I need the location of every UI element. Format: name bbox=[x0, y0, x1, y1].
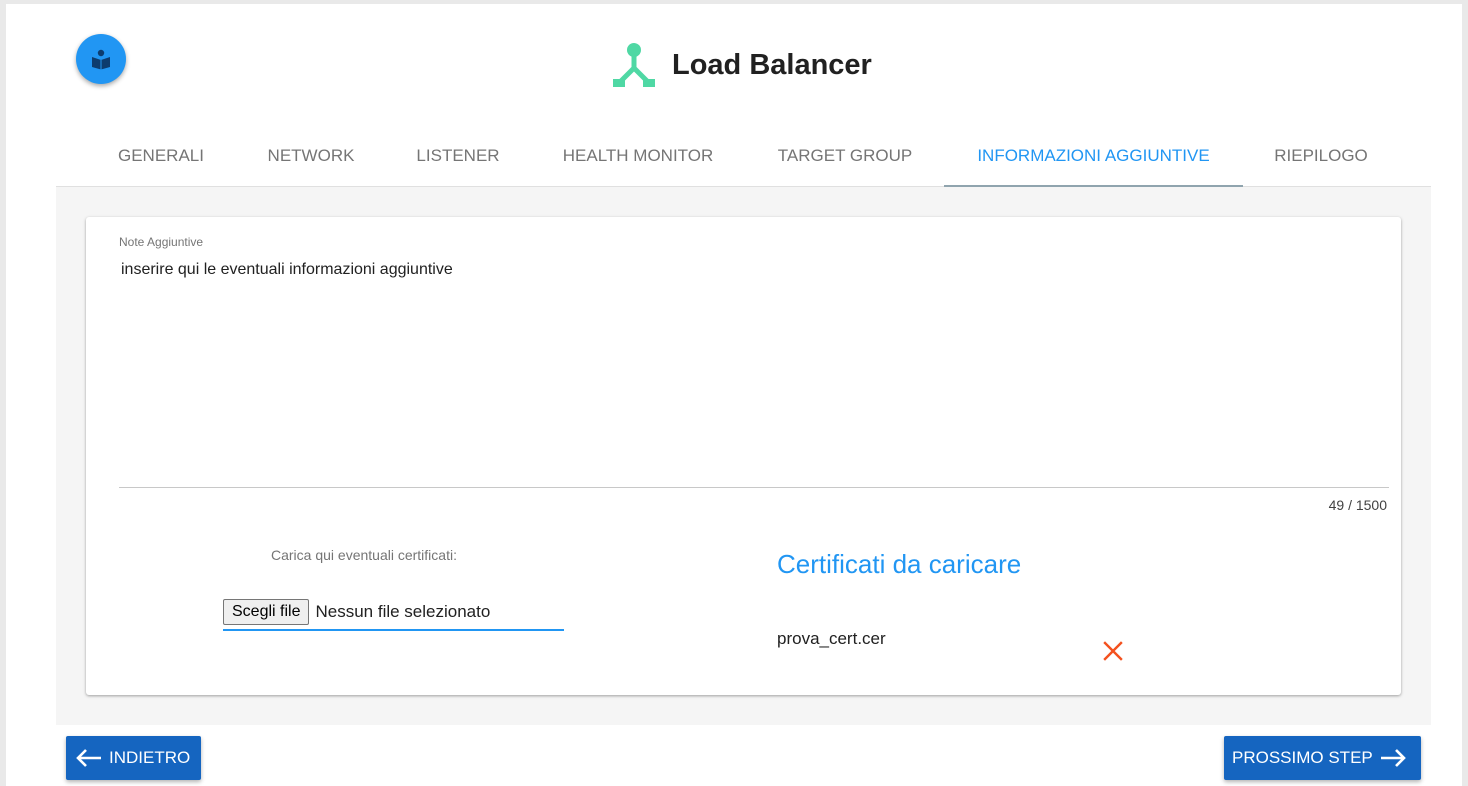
page-title: Load Balancer bbox=[672, 48, 872, 81]
tab-health-monitor[interactable]: HEALTH MONITOR bbox=[530, 128, 746, 186]
tab-informazioni-aggiuntive[interactable]: INFORMAZIONI AGGIUNTIVE bbox=[944, 128, 1243, 187]
notes-char-counter: 49 / 1500 bbox=[1328, 497, 1387, 513]
choose-file-button[interactable]: Scegli file bbox=[223, 599, 310, 625]
back-button-label: INDIETRO bbox=[109, 748, 191, 767]
close-icon bbox=[1103, 641, 1123, 661]
remove-certificate-button[interactable] bbox=[1101, 639, 1125, 663]
notes-underline bbox=[119, 487, 1389, 488]
file-input[interactable]: Scegli file Nessun file selezionato bbox=[223, 599, 564, 631]
certificates-title: Certificati da caricare bbox=[777, 549, 1022, 579]
next-step-button-label: PROSSIMO STEP bbox=[1232, 748, 1373, 767]
page: Load Balancer GENERALI NETWORK LISTENER … bbox=[6, 4, 1462, 786]
next-step-button[interactable]: PROSSIMO STEP bbox=[1224, 736, 1421, 780]
notes-textarea[interactable]: inserire qui le eventuali informazioni a… bbox=[119, 259, 1393, 484]
wizard-tabs: GENERALI NETWORK LISTENER HEALTH MONITOR… bbox=[56, 128, 1431, 187]
help-button[interactable] bbox=[76, 34, 126, 84]
notes-label: Note Aggiuntive bbox=[119, 235, 204, 249]
tab-riepilogo[interactable]: RIEPILOGO bbox=[1243, 128, 1399, 186]
content-area: Note Aggiuntive inserire qui le eventual… bbox=[56, 187, 1431, 725]
tab-network[interactable]: NETWORK bbox=[236, 128, 386, 186]
load-balancer-icon bbox=[613, 43, 655, 87]
tab-generali[interactable]: GENERALI bbox=[86, 128, 236, 186]
tab-listener[interactable]: LISTENER bbox=[386, 128, 530, 186]
page-header: Load Balancer bbox=[610, 40, 872, 90]
tab-target-group[interactable]: TARGET GROUP bbox=[746, 128, 944, 186]
arrow-right-icon bbox=[1380, 749, 1406, 767]
arrow-left-icon bbox=[76, 749, 101, 767]
file-status: Nessun file selezionato bbox=[315, 602, 491, 621]
form-card: Note Aggiuntive inserire qui le eventual… bbox=[86, 217, 1401, 695]
back-button[interactable]: INDIETRO bbox=[66, 736, 201, 780]
book-reader-icon bbox=[92, 49, 110, 70]
certificate-item-name: prova_cert.cer bbox=[777, 629, 886, 648]
upload-label: Carica qui eventuali certificati: bbox=[271, 547, 457, 563]
